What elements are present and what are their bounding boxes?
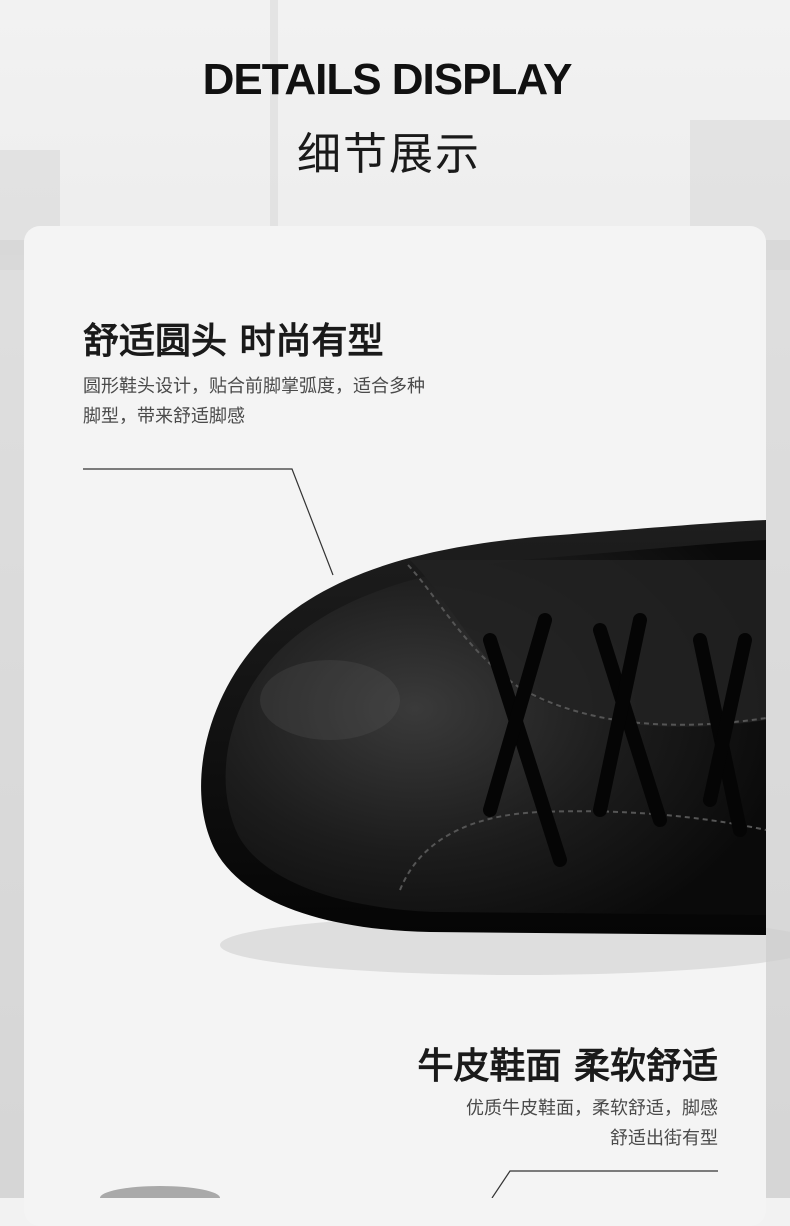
feature-desc-line: 优质牛皮鞋面，柔软舒适，脚感 xyxy=(466,1098,718,1119)
feature-desc-line: 脚型，带来舒适脚感 xyxy=(83,406,245,427)
toe-highlight xyxy=(260,660,400,740)
second-shoe-hint xyxy=(100,1186,220,1198)
shoe-image xyxy=(100,520,790,1198)
feature-title-leather: 牛皮鞋面 柔软舒适 xyxy=(417,1046,718,1087)
feature-desc-leather: 优质牛皮鞋面，柔软舒适，脚感 舒适出街有型 xyxy=(358,1094,718,1154)
feature-desc-line: 舒适出街有型 xyxy=(610,1128,718,1149)
feature-title-round-toe: 舒适圆头 时尚有型 xyxy=(83,321,384,362)
feature-desc-round-toe: 圆形鞋头设计，贴合前脚掌弧度，适合多种 脚型，带来舒适脚感 xyxy=(83,372,513,432)
feature-desc-line: 圆形鞋头设计，贴合前脚掌弧度，适合多种 xyxy=(83,376,425,397)
